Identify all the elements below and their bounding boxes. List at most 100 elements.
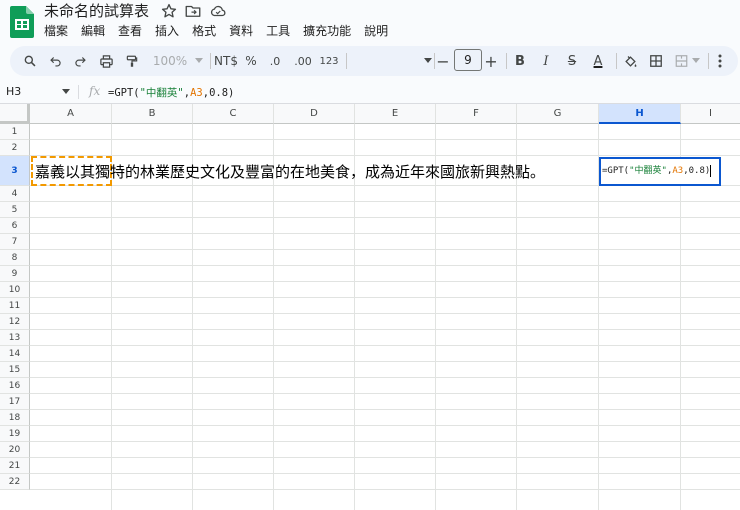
search-menus-button[interactable] (20, 46, 40, 76)
menu-tools[interactable]: 工具 (266, 22, 297, 40)
row-header-16[interactable]: 16 (0, 378, 30, 394)
name-box[interactable]: H3 (6, 85, 21, 98)
row-header-22[interactable]: 22 (0, 474, 30, 490)
row-gridline (30, 377, 740, 378)
star-icon[interactable] (160, 2, 178, 20)
print-button[interactable] (96, 46, 116, 76)
row-header-21[interactable]: 21 (0, 458, 30, 474)
bold-button[interactable]: B (512, 46, 528, 76)
row-header-9[interactable]: 9 (0, 266, 30, 282)
redo-button[interactable] (70, 46, 90, 76)
strikethrough-button[interactable]: S (564, 46, 580, 76)
column-header-h[interactable]: H (599, 104, 681, 124)
italic-button[interactable]: I (538, 46, 554, 76)
formula-divider (78, 85, 79, 99)
column-header-d[interactable]: D (274, 104, 355, 124)
column-header-b[interactable]: B (112, 104, 193, 124)
row-gridline (30, 155, 740, 156)
row-header-4[interactable]: 4 (0, 186, 30, 202)
row-gridline (30, 393, 740, 394)
menu-data[interactable]: 資料 (229, 22, 260, 40)
menu-view[interactable]: 查看 (118, 22, 149, 40)
paint-format-button[interactable] (122, 46, 142, 76)
menu-extensions[interactable]: 擴充功能 (303, 22, 358, 40)
decrease-font-size-button[interactable]: − (436, 46, 450, 76)
column-header-a[interactable]: A (30, 104, 112, 124)
row-header-10[interactable]: 10 (0, 282, 30, 298)
text-color-button[interactable]: A (588, 46, 608, 76)
row-header-17[interactable]: 17 (0, 394, 30, 410)
merge-cells-icon (675, 55, 688, 67)
document-title[interactable]: 未命名的試算表 (44, 0, 149, 21)
formula-string-arg: "中翻英" (139, 87, 184, 99)
h3-string-arg: "中翻英" (629, 166, 667, 176)
row-header-2[interactable]: 2 (0, 140, 30, 156)
borders-icon (650, 55, 662, 67)
row-header-18[interactable]: 18 (0, 410, 30, 426)
chevron-down-icon (692, 58, 700, 63)
row-gridline (30, 489, 740, 490)
spreadsheet-grid: A B C D E F G H I 1 2 3 4 5 6 7 8 9 10 11 12 13 14 15 16 17 18 19 20… (0, 104, 740, 510)
cell-a3[interactable]: 嘉義以其獨特的林業歷史文化及豐富的在地美食，成為近年來國旅新興熱點。 (35, 161, 545, 182)
borders-button[interactable] (646, 46, 666, 76)
toolbar-divider (346, 53, 347, 69)
column-header-g[interactable]: G (517, 104, 599, 124)
formula-input[interactable]: =GPT("中翻英",A3,0.8) (108, 85, 234, 100)
formula-function: =GPT( (108, 87, 140, 99)
row-gridline (30, 217, 740, 218)
row-gridline (30, 329, 740, 330)
cell-h3[interactable]: =GPT("中翻英",A3,0.8) (599, 157, 721, 186)
menu-edit[interactable]: 編輯 (81, 22, 112, 40)
function-icon: fx (89, 84, 101, 98)
menu-format[interactable]: 格式 (192, 22, 223, 40)
increase-decimal-button[interactable]: .00 (292, 46, 314, 76)
more-formats-button[interactable]: 123 (318, 46, 340, 76)
increase-font-size-button[interactable]: + (484, 46, 498, 76)
merge-cells-button[interactable] (672, 46, 702, 76)
row-header-5[interactable]: 5 (0, 202, 30, 218)
column-header-c[interactable]: C (193, 104, 274, 124)
toolbar-divider (434, 53, 435, 69)
font-family-select[interactable] (352, 46, 432, 76)
zoom-select[interactable]: 100% (150, 46, 206, 76)
menu-file[interactable]: 檔案 (44, 22, 75, 40)
chevron-down-icon[interactable] (62, 89, 70, 94)
row-header-7[interactable]: 7 (0, 234, 30, 250)
format-percent-button[interactable]: % (244, 46, 258, 76)
decrease-decimal-button[interactable]: .0 (266, 46, 284, 76)
menu-insert[interactable]: 插入 (155, 22, 186, 40)
title-bar: 未命名的試算表 檔案 編輯 查看 插入 格式 資料 工具 擴充功能 說明 (0, 0, 740, 44)
menu-help[interactable]: 說明 (364, 22, 395, 40)
toolbar-divider (210, 53, 211, 69)
h3-number-arg: 0.8 (688, 166, 705, 176)
decrease-decimal-label: .0 (269, 54, 281, 68)
row-header-6[interactable]: 6 (0, 218, 30, 234)
chevron-down-icon (424, 58, 432, 63)
fill-color-button[interactable] (620, 46, 640, 76)
row-header-13[interactable]: 13 (0, 330, 30, 346)
row-gridline (30, 297, 740, 298)
row-header-14[interactable]: 14 (0, 346, 30, 362)
row-gridline (30, 201, 740, 202)
select-all-corner[interactable] (0, 104, 30, 124)
search-icon (24, 55, 36, 67)
row-header-8[interactable]: 8 (0, 250, 30, 266)
row-header-3[interactable]: 3 (0, 156, 30, 186)
row-header-12[interactable]: 12 (0, 314, 30, 330)
column-header-f[interactable]: F (436, 104, 517, 124)
column-header-i[interactable]: I (681, 104, 740, 124)
row-header-19[interactable]: 19 (0, 426, 30, 442)
sheets-logo[interactable] (10, 6, 34, 38)
move-folder-icon[interactable] (184, 2, 202, 20)
column-header-e[interactable]: E (355, 104, 436, 124)
row-header-1[interactable]: 1 (0, 124, 30, 140)
font-size-input[interactable]: 9 (454, 49, 482, 71)
row-header-20[interactable]: 20 (0, 442, 30, 458)
row-header-11[interactable]: 11 (0, 298, 30, 314)
more-options-button[interactable] (712, 46, 728, 76)
undo-button[interactable] (46, 46, 66, 76)
cloud-status-icon[interactable] (209, 2, 227, 20)
format-currency-button[interactable]: NT$ (214, 46, 238, 76)
paint-bucket-icon (624, 55, 636, 67)
row-header-15[interactable]: 15 (0, 362, 30, 378)
